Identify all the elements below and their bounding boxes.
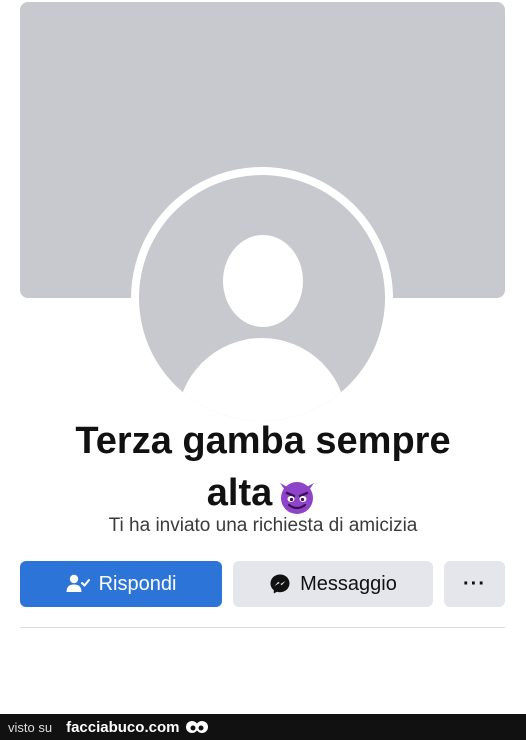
eyes-logo-icon: [185, 719, 209, 735]
avatar-body-silhouette: [177, 338, 347, 421]
profile-name-line2: alta: [30, 470, 496, 517]
profile-name-text-1: Terza gamba sempre: [75, 420, 451, 462]
watermark-site: facciabuco.com: [66, 718, 180, 736]
profile-picture[interactable]: [139, 175, 385, 421]
respond-button[interactable]: Rispondi: [20, 561, 222, 607]
message-button[interactable]: Messaggio: [233, 561, 433, 607]
section-divider: [20, 627, 505, 628]
watermark-bar: visto su facciabuco.com: [0, 714, 526, 740]
avatar-head-silhouette: [223, 235, 303, 327]
profile-name-line1: Terza gamba sempre: [30, 418, 496, 464]
person-check-icon: [66, 574, 90, 594]
devil-emoji-icon: [275, 473, 319, 517]
profile-name-text-2: alta: [206, 472, 273, 514]
more-options-button[interactable]: ···: [444, 561, 505, 607]
message-button-label: Messaggio: [300, 572, 397, 595]
messenger-icon: [269, 573, 291, 595]
friend-request-subtitle: Ti ha inviato una richiesta di amicizia: [108, 515, 418, 536]
watermark-prefix: visto su: [8, 719, 53, 735]
respond-button-label: Rispondi: [98, 572, 177, 595]
more-dots-icon: ···: [463, 572, 486, 595]
